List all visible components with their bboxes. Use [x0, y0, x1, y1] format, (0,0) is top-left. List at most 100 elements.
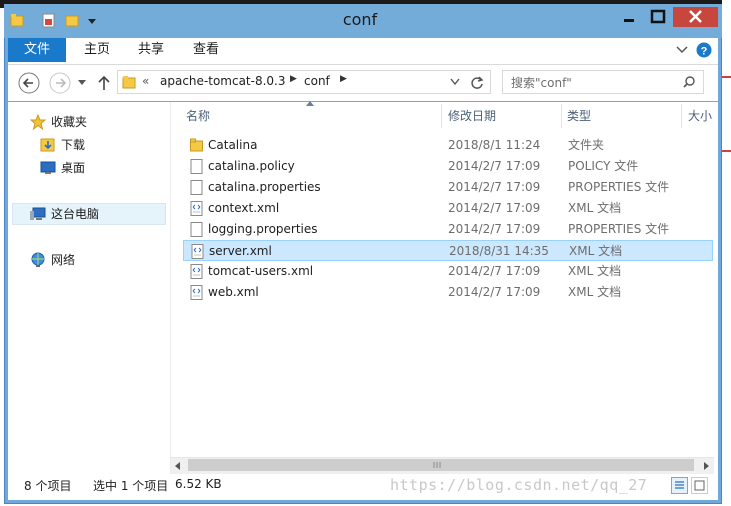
file-row[interactable]: tomcat-users.xml 2014/2/7 17:09 XML 文档: [183, 261, 713, 282]
xml-file-icon: [190, 264, 203, 279]
close-button[interactable]: [673, 7, 718, 27]
search-box[interactable]: 搜索"conf": [502, 70, 704, 94]
file-row[interactable]: server.xml 2018/8/31 14:35 XML 文档: [183, 240, 713, 261]
breadcrumb-overflow[interactable]: «: [142, 74, 149, 88]
file-icon: [190, 222, 203, 237]
scroll-left-icon[interactable]: [175, 462, 181, 470]
file-name: web.xml: [208, 285, 259, 299]
column-separator[interactable]: [441, 104, 442, 128]
file-name: Catalina: [208, 138, 258, 152]
network-icon: [31, 252, 45, 267]
refresh-icon[interactable]: [470, 75, 484, 89]
folder-icon: [122, 76, 136, 89]
background-marker: [722, 76, 731, 78]
file-date: 2018/8/31 14:35: [449, 244, 549, 258]
file-date: 2014/2/7 17:09: [448, 159, 541, 173]
selection-count: 选中 1 个项目: [93, 479, 169, 493]
file-name: context.xml: [208, 201, 280, 215]
file-type: 文件夹: [568, 138, 605, 152]
breadcrumb-separator-icon[interactable]: ▶: [290, 74, 297, 84]
column-header-type[interactable]: 类型: [567, 104, 591, 128]
file-icon: [190, 159, 203, 174]
address-bar[interactable]: « apache-tomcat-8.0.3 ▶ conf ▶: [117, 70, 491, 94]
tab-home[interactable]: 主页: [72, 38, 122, 62]
details-view-button[interactable]: [671, 477, 688, 494]
expand-ribbon-icon[interactable]: [676, 45, 688, 55]
item-count: 8 个项目: [24, 479, 72, 493]
file-name: catalina.properties: [208, 180, 321, 194]
column-separator[interactable]: [681, 104, 682, 128]
breadcrumb-current[interactable]: conf: [304, 74, 330, 88]
column-header-name[interactable]: 名称: [186, 104, 210, 128]
file-type: XML 文档: [568, 285, 622, 299]
new-folder-icon[interactable]: [65, 13, 79, 27]
navigation-pane: [8, 102, 171, 474]
forward-icon[interactable]: [49, 72, 71, 94]
desktop-icon: [40, 161, 56, 174]
file-name: catalina.policy: [208, 159, 295, 173]
file-type: PROPERTIES 文件: [568, 222, 670, 236]
up-icon[interactable]: [97, 75, 111, 91]
close-icon: [689, 10, 702, 23]
breadcrumb-parent[interactable]: apache-tomcat-8.0.3: [160, 74, 286, 88]
background-marker: [722, 150, 731, 152]
back-icon[interactable]: [18, 72, 40, 94]
scroll-right-icon[interactable]: [704, 462, 710, 470]
maximize-button[interactable]: [644, 7, 672, 27]
window-title: conf: [342, 10, 378, 29]
nav-this-pc-label: 这台电脑: [51, 207, 100, 221]
computer-icon: [30, 207, 46, 220]
file-row[interactable]: web.xml 2014/2/7 17:09 XML 文档: [183, 282, 713, 303]
column-header-date[interactable]: 修改日期: [448, 104, 496, 128]
file-row[interactable]: Catalina 2018/8/1 11:24 文件夹: [183, 135, 713, 156]
file-icon: [190, 180, 203, 195]
file-row[interactable]: logging.properties 2014/2/7 17:09 PROPERTI…: [183, 219, 713, 240]
tab-file[interactable]: 文件: [8, 38, 66, 62]
selection-size: 6.52 KB: [175, 477, 222, 491]
help-icon[interactable]: ?: [696, 42, 712, 58]
folder-icon: [10, 14, 24, 27]
xml-file-icon: [191, 244, 204, 259]
properties-icon[interactable]: [42, 13, 56, 28]
file-type: POLICY 文件: [568, 159, 639, 173]
folder-icon: [190, 138, 203, 152]
scrollbar-grip-icon: [433, 462, 441, 468]
search-placeholder: 搜索"conf": [511, 76, 572, 90]
minimize-button[interactable]: [615, 7, 643, 27]
maximize-icon: [650, 9, 666, 24]
file-type: PROPERTIES 文件: [568, 180, 670, 194]
file-date: 2014/2/7 17:09: [448, 264, 541, 278]
watermark-text: https://blog.csdn.net/qq_27: [390, 476, 648, 494]
file-type: XML 文档: [568, 264, 622, 278]
xml-file-icon: [190, 201, 203, 216]
customize-toolbar-dropdown-icon[interactable]: [88, 19, 96, 25]
file-name: server.xml: [209, 244, 272, 258]
file-date: 2014/2/7 17:09: [448, 180, 541, 194]
column-separator[interactable]: [561, 104, 562, 128]
breadcrumb-separator-icon[interactable]: ▶: [340, 74, 347, 84]
file-name: tomcat-users.xml: [208, 264, 314, 278]
details-view-icon: [675, 481, 684, 489]
nav-network-label: 网络: [51, 253, 76, 267]
search-icon[interactable]: [683, 76, 695, 88]
recent-locations-icon[interactable]: [78, 80, 86, 86]
file-row[interactable]: context.xml 2014/2/7 17:09 XML 文档: [183, 198, 713, 219]
nav-desktop-label: 桌面: [61, 161, 86, 175]
tab-view[interactable]: 查看: [180, 38, 232, 62]
tab-share[interactable]: 共享: [126, 38, 176, 62]
file-date: 2014/2/7 17:09: [448, 285, 541, 299]
file-row[interactable]: catalina.properties 2014/2/7 17:09 PROPERT…: [183, 177, 713, 198]
file-name: logging.properties: [208, 222, 318, 236]
file-date: 2014/2/7 17:09: [448, 222, 541, 236]
minimize-icon: [624, 19, 634, 22]
sort-indicator-icon: [306, 101, 314, 106]
column-header-size[interactable]: 大小: [688, 104, 712, 128]
xml-file-icon: [190, 285, 203, 300]
file-type: XML 文档: [569, 244, 623, 258]
address-history-icon[interactable]: [450, 78, 460, 86]
downloads-folder-icon: [40, 138, 55, 152]
file-row[interactable]: catalina.policy 2014/2/7 17:09 POLICY 文件: [183, 156, 713, 177]
scrollbar-thumb[interactable]: [188, 459, 694, 471]
large-icons-view-button[interactable]: [691, 477, 708, 494]
file-date: 2018/8/1 11:24: [448, 138, 541, 152]
